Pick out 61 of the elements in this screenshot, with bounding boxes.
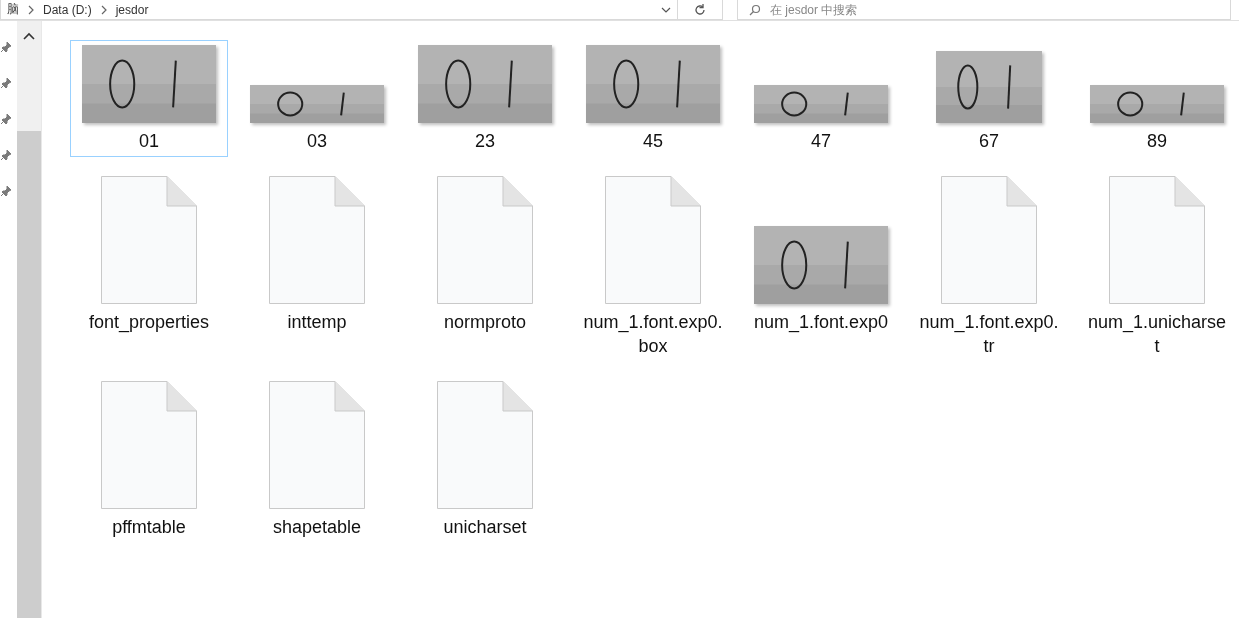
file-item[interactable]: inttemp — [238, 167, 396, 362]
breadcrumb-item[interactable]: jesdor — [115, 2, 149, 17]
pin-icon[interactable] — [0, 185, 12, 197]
file-item[interactable]: 01 — [70, 40, 228, 157]
document-icon — [437, 176, 533, 304]
file-name: 23 — [474, 130, 496, 153]
file-name: normproto — [442, 311, 527, 334]
file-name: unicharset — [442, 516, 528, 539]
file-name: 47 — [810, 130, 832, 153]
file-item[interactable]: unicharset — [406, 372, 564, 543]
file-item[interactable]: pffmtable — [70, 372, 228, 543]
document-icon — [941, 176, 1037, 304]
pin-icon[interactable] — [0, 149, 12, 161]
chevron-right-icon — [99, 4, 108, 15]
pin-icon[interactable] — [0, 41, 12, 53]
file-item[interactable]: 03 — [238, 40, 396, 157]
file-item[interactable]: num_1.unicharset — [1078, 167, 1236, 362]
file-name: num_1.font.exp0 — [752, 311, 890, 334]
document-icon — [269, 176, 365, 304]
document-icon — [101, 381, 197, 509]
file-name: shapetable — [271, 516, 363, 539]
file-item[interactable]: shapetable — [238, 372, 396, 543]
dropdown-caret-icon — [661, 6, 671, 13]
document-icon — [269, 381, 365, 509]
document-icon — [605, 176, 701, 304]
file-item[interactable]: 23 — [406, 40, 564, 157]
file-name: num_1.unicharset — [1086, 311, 1228, 358]
address-bar[interactable]: 脑 Data (D:) jesdor — [0, 0, 678, 20]
chevron-right-icon — [27, 4, 35, 15]
file-name: num_1.font.exp0.tr — [918, 311, 1060, 358]
refresh-icon — [693, 2, 707, 17]
file-name: 45 — [642, 130, 664, 153]
file-item[interactable]: 67 — [910, 40, 1068, 157]
refresh-button[interactable] — [678, 0, 723, 20]
file-name: 03 — [306, 130, 328, 153]
file-item[interactable]: 47 — [742, 40, 900, 157]
file-item[interactable]: normproto — [406, 167, 564, 362]
file-name: pffmtable — [111, 516, 187, 539]
file-name: num_1.font.exp0.box — [582, 311, 724, 358]
scrollbar[interactable] — [17, 21, 42, 618]
document-icon — [437, 381, 533, 509]
file-name: 89 — [1146, 130, 1168, 153]
file-item[interactable]: num_1.font.exp0.box — [574, 167, 732, 362]
file-item[interactable]: 45 — [574, 40, 732, 157]
document-icon — [1109, 176, 1205, 304]
breadcrumb-item[interactable]: 脑 — [7, 1, 19, 18]
file-item[interactable]: font_properties — [70, 167, 228, 362]
pin-icon[interactable] — [0, 113, 12, 125]
file-item[interactable]: num_1.font.exp0 — [742, 167, 900, 362]
document-icon — [101, 176, 197, 304]
search-field[interactable]: 在 jesdor 中搜索 — [737, 0, 1231, 20]
chevron-up-icon — [23, 32, 35, 40]
file-name: inttemp — [286, 311, 348, 334]
search-icon — [749, 4, 761, 16]
pin-icon[interactable] — [0, 77, 12, 89]
file-name: 01 — [138, 130, 160, 153]
file-name: font_properties — [87, 311, 211, 334]
file-item[interactable]: 89 — [1078, 40, 1236, 157]
file-name: 67 — [978, 130, 1000, 153]
file-item[interactable]: num_1.font.exp0.tr — [910, 167, 1068, 362]
breadcrumb-item[interactable]: Data (D:) — [43, 2, 92, 17]
